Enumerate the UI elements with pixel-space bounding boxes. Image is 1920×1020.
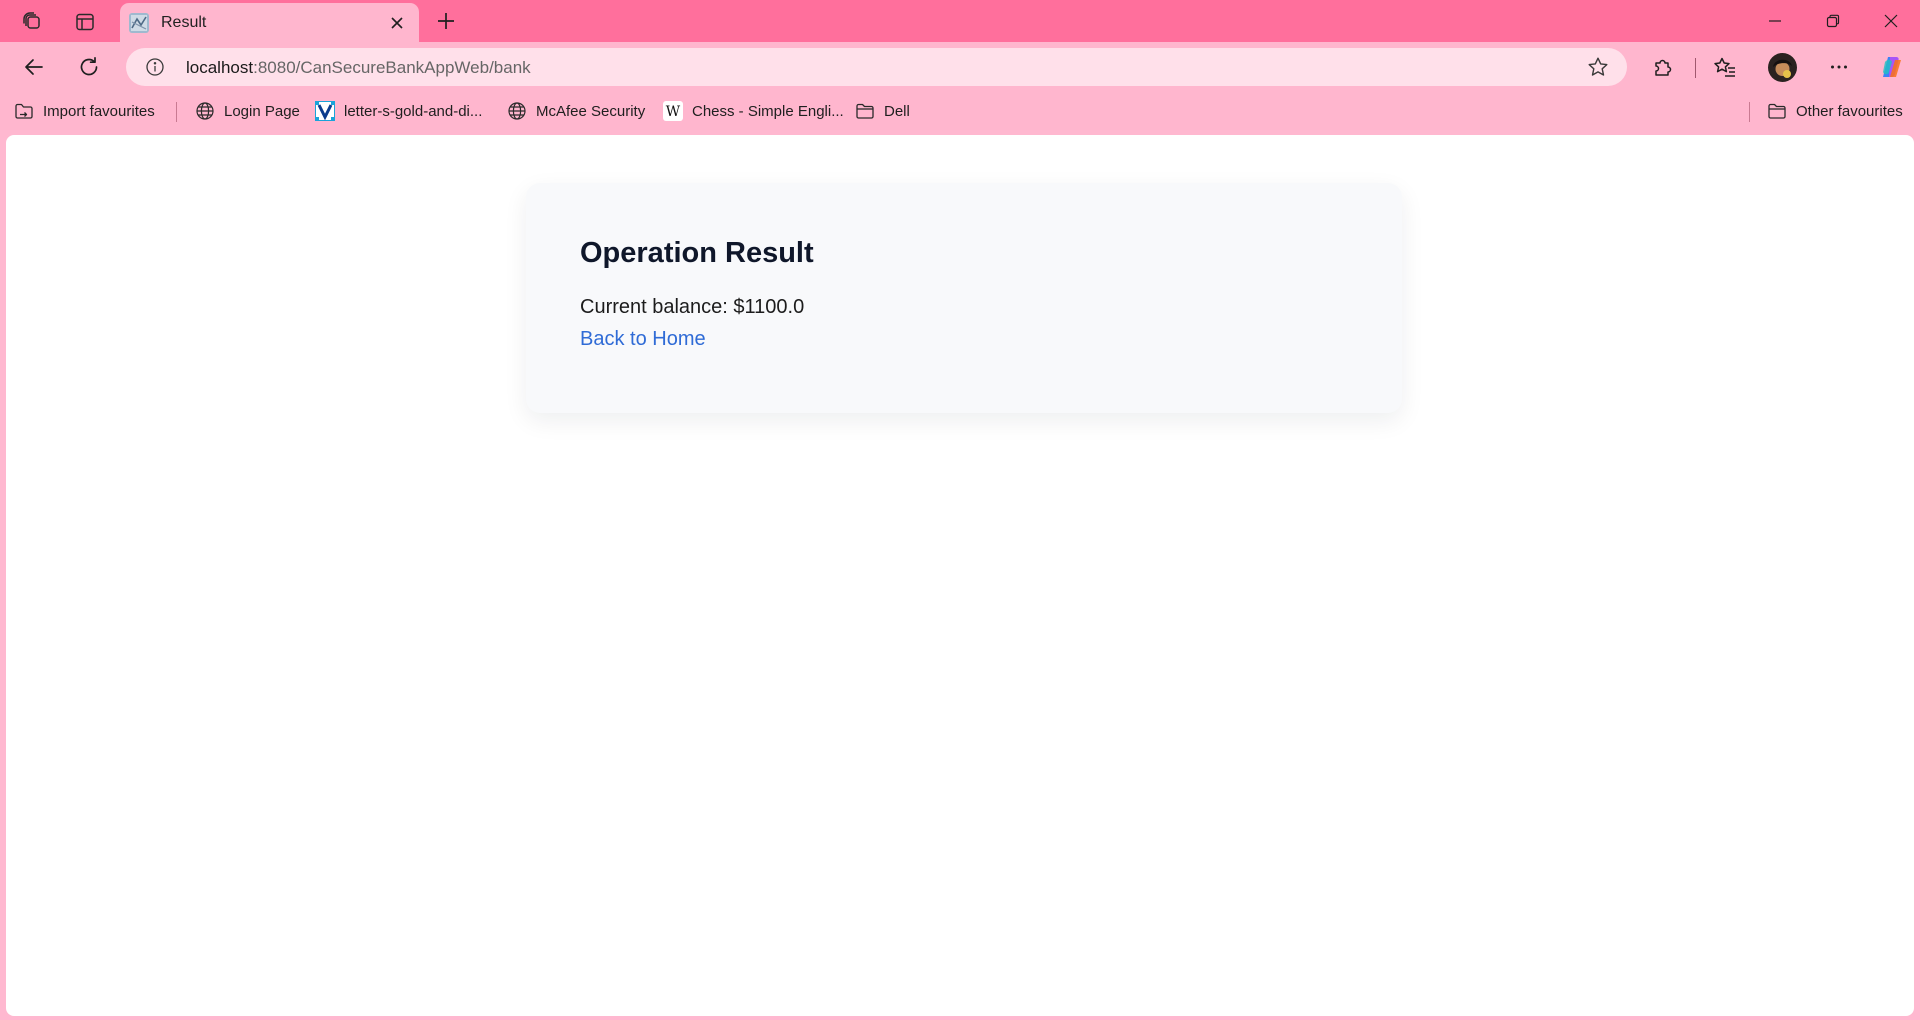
url-text: localhost:8080/CanSecureBankAppWeb/bank: [186, 58, 531, 78]
workspaces-button[interactable]: [14, 7, 50, 37]
back-to-home-link[interactable]: Back to Home: [580, 327, 706, 351]
navigation-toolbar: localhost:8080/CanSecureBankAppWeb/bank: [0, 42, 1920, 93]
add-favourite-star-icon[interactable]: [1587, 56, 1609, 78]
vertical-tabs-button[interactable]: [67, 7, 103, 37]
address-bar[interactable]: localhost:8080/CanSecureBankAppWeb/bank: [126, 48, 1627, 86]
favourite-label: letter-s-gold-and-di...: [344, 102, 483, 120]
profile-avatar[interactable]: [1768, 53, 1797, 82]
info-icon[interactable]: [145, 57, 165, 77]
page-title: Operation Result: [580, 237, 814, 269]
tab-title: Result: [161, 13, 207, 31]
favourite-label: Chess - Simple Engli...: [692, 102, 844, 120]
toolbar-divider: [1695, 58, 1696, 78]
settings-more-button[interactable]: [1821, 49, 1857, 85]
minimize-button[interactable]: [1746, 0, 1804, 42]
wikipedia-w-icon: W: [663, 101, 683, 121]
more-horizontal-icon: [1831, 65, 1847, 69]
tab-actions-icon: [76, 13, 94, 31]
url-host: localhost: [186, 58, 254, 77]
workspaces-icon: [23, 12, 40, 29]
import-favourites-icon: [15, 103, 33, 119]
favourite-label: Dell: [884, 102, 910, 120]
restore-icon: [1826, 14, 1840, 28]
plus-icon: [438, 13, 454, 29]
close-window-button[interactable]: [1862, 0, 1920, 42]
copilot-icon: [1883, 57, 1901, 77]
back-button[interactable]: [16, 49, 52, 85]
favourite-chess-simple-english[interactable]: W Chess - Simple Engli...: [663, 98, 844, 124]
favourites-divider: [1749, 102, 1750, 122]
globe-icon: [196, 102, 214, 120]
close-icon: [1884, 14, 1898, 28]
balance-text: Current balance: $1100.0: [580, 296, 805, 318]
arrow-left-icon: [25, 59, 43, 75]
folder-icon: [1768, 103, 1786, 119]
minimize-icon: [1769, 20, 1781, 22]
active-tab[interactable]: Result: [120, 3, 419, 42]
favourite-label: McAfee Security: [536, 102, 646, 120]
favourites-bar: Import favourites Login Page letter-s-go…: [0, 93, 1920, 130]
page-viewport: Operation Result Current balance: $1100.…: [6, 135, 1914, 1016]
refresh-icon: [80, 56, 98, 76]
favourites-list-icon: [1714, 57, 1735, 77]
favourite-letter-s-gold[interactable]: letter-s-gold-and-di...: [315, 98, 482, 124]
extensions-button[interactable]: [1645, 49, 1681, 85]
favourite-import-favourites[interactable]: Import favourites: [14, 98, 155, 124]
url-path: :8080/CanSecureBankAppWeb/bank: [253, 58, 531, 77]
favourites-divider: [176, 102, 177, 122]
favourite-label: Login Page: [224, 102, 300, 120]
result-card: Operation Result Current balance: $1100.…: [526, 183, 1402, 413]
vector-v-icon: [315, 101, 335, 121]
tab-close-button[interactable]: [383, 9, 411, 37]
other-favourites-folder[interactable]: Other favourites: [1767, 98, 1903, 124]
close-icon: [391, 16, 403, 29]
favourite-dell-folder[interactable]: Dell: [855, 98, 910, 124]
favourite-login-page[interactable]: Login Page: [195, 98, 300, 124]
copilot-button[interactable]: [1874, 49, 1910, 85]
svg-text:W: W: [666, 104, 681, 120]
page-favicon-icon: [129, 12, 149, 33]
favourite-label: Import favourites: [43, 102, 155, 120]
favourite-mcafee-security[interactable]: McAfee Security: [507, 98, 645, 124]
folder-icon: [856, 103, 874, 119]
refresh-button[interactable]: [71, 49, 107, 85]
favourites-button[interactable]: [1707, 49, 1743, 85]
restore-button[interactable]: [1804, 0, 1862, 42]
globe-icon: [508, 102, 526, 120]
new-tab-button[interactable]: [429, 5, 463, 37]
favourite-label: Other favourites: [1796, 102, 1903, 120]
tab-strip: Result: [0, 0, 1920, 42]
puzzle-piece-icon: [1655, 59, 1672, 76]
